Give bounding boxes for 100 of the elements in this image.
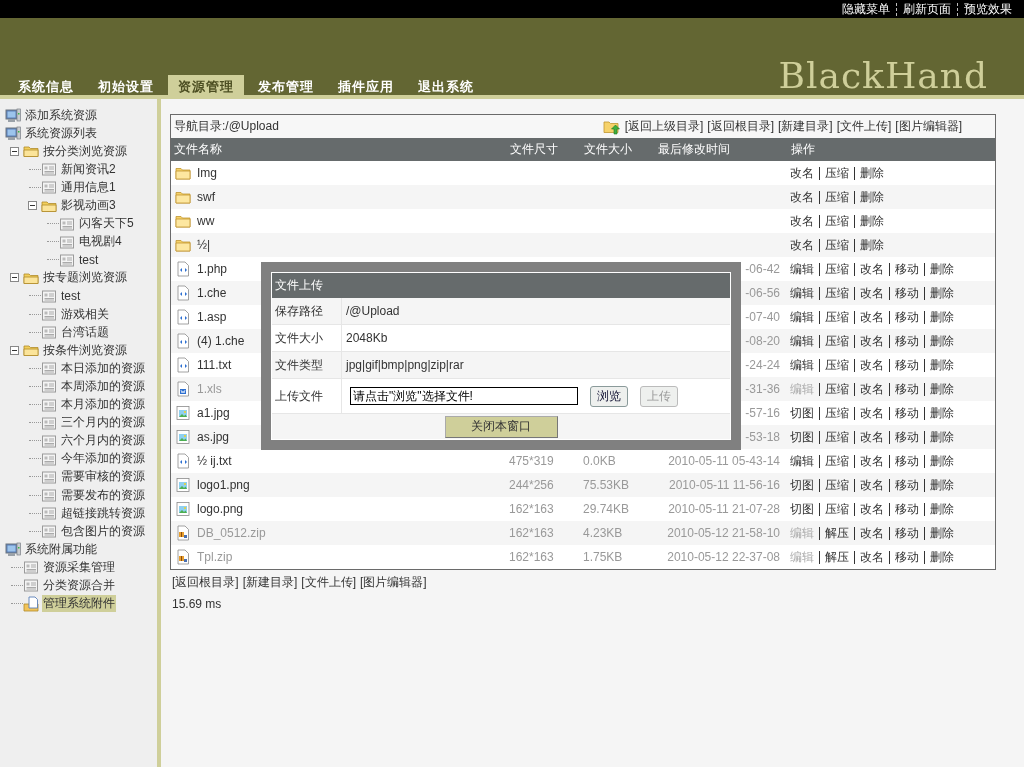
action-link[interactable]: 压缩 [825,357,849,372]
action-link[interactable]: 改名 [860,501,884,516]
action-link[interactable]: 切图 [790,477,814,492]
nav-tab[interactable]: 发布管理 [248,75,324,95]
action-link[interactable]: 移动 [895,309,919,324]
action-link[interactable]: 压缩 [825,165,849,180]
action-link[interactable]: 改名 [790,165,814,180]
action-link[interactable]: 删除 [930,525,954,540]
nav-tab[interactable]: 退出系统 [408,75,484,95]
file-name[interactable]: 1.che [197,286,227,300]
tree-item[interactable]: 管理系统附件 [42,595,116,613]
tree-item[interactable]: 通用信息1 [60,178,117,196]
collapse-toggle[interactable] [9,273,19,283]
tree-item[interactable]: test [78,252,100,267]
file-name[interactable]: 1.asp [197,310,227,324]
action-link[interactable]: 压缩 [825,477,849,492]
action-link[interactable]: 删除 [930,501,954,516]
action-link[interactable]: 编辑 [790,285,814,300]
action-link[interactable]: 删除 [930,261,954,276]
file-name[interactable]: a1.jpg [197,406,230,420]
tree-item[interactable]: 今年添加的资源 [60,450,146,468]
action-link[interactable]: 切图 [790,405,814,420]
tree-item[interactable]: 电视剧4 [78,233,123,251]
action-link[interactable]: 压缩 [825,501,849,516]
action-link[interactable]: 移动 [895,357,919,372]
action-link[interactable]: 改名 [860,453,884,468]
action-link[interactable]: 移动 [895,405,919,420]
action-link[interactable]: 移动 [895,285,919,300]
tree-item[interactable]: 本周添加的资源 [60,377,146,395]
action-link[interactable]: 解压 [825,549,849,564]
tree-item[interactable]: 按条件浏览资源 [42,341,128,359]
action-link[interactable]: 删除 [930,477,954,492]
nav-link[interactable]: [新建目录] [242,574,298,591]
tree-item[interactable]: 超链接跳转资源 [60,504,146,522]
action-link[interactable]: 移动 [895,381,919,396]
action-link[interactable]: 解压 [825,525,849,540]
nav-link[interactable]: [图片编辑器] [895,118,962,135]
top-link[interactable]: 预览效果 [957,2,1018,16]
action-link[interactable]: 删除 [860,189,884,204]
tree-item[interactable]: 新闻资讯2 [60,160,117,178]
collapse-toggle[interactable] [9,345,19,355]
action-link[interactable]: 改名 [790,237,814,252]
action-link[interactable]: 改名 [860,429,884,444]
tree-item[interactable]: 游戏相关 [60,305,110,323]
action-link[interactable]: 删除 [930,285,954,300]
action-link[interactable]: 改名 [790,213,814,228]
action-link[interactable]: 删除 [930,405,954,420]
tree-item[interactable]: 分类资源合并 [42,577,116,594]
action-link[interactable]: 改名 [860,405,884,420]
action-link[interactable]: 移动 [895,477,919,492]
action-link[interactable]: 删除 [930,357,954,372]
tree-item[interactable]: 按专题浏览资源 [42,269,128,287]
action-link[interactable]: 切图 [790,501,814,516]
action-link[interactable]: 删除 [930,309,954,324]
action-link[interactable]: 删除 [930,549,954,564]
tree-item[interactable]: 本日添加的资源 [60,359,146,377]
tree-item[interactable]: 系统资源列表 [24,124,98,142]
tree-item[interactable]: 资源采集管理 [42,558,116,576]
action-link[interactable]: 改名 [860,333,884,348]
action-link[interactable]: 改名 [860,549,884,564]
action-link[interactable]: 压缩 [825,285,849,300]
action-link[interactable]: 压缩 [825,453,849,468]
tree-item[interactable]: 添加系统资源 [24,106,98,124]
file-name[interactable]: 1.php [197,262,228,276]
file-name[interactable]: Img [197,166,217,180]
nav-tab[interactable]: 初始设置 [88,75,164,95]
nav-link[interactable]: [文件上传] [836,118,892,135]
tree-item[interactable]: 系统附属功能 [24,540,98,558]
action-link[interactable]: 删除 [860,165,884,180]
tree-item[interactable]: 闪客天下5 [78,215,135,233]
action-link[interactable]: 改名 [860,309,884,324]
action-link[interactable]: 删除 [930,453,954,468]
action-link[interactable]: 移动 [895,333,919,348]
nav-link[interactable]: [返回上级目录] [624,118,704,135]
tree-item[interactable]: 三个月内的资源 [60,414,146,432]
tree-item[interactable]: 需要发布的资源 [60,486,146,504]
action-link[interactable]: 改名 [790,189,814,204]
action-link[interactable]: 编辑 [790,453,814,468]
nav-link[interactable]: [图片编辑器] [360,574,427,591]
action-link[interactable]: 压缩 [825,405,849,420]
action-link[interactable]: 移动 [895,429,919,444]
action-link[interactable]: 移动 [895,501,919,516]
action-link[interactable]: 编辑 [790,309,814,324]
nav-tab[interactable]: 插件应用 [328,75,404,95]
file-name[interactable]: (4) 1.che [197,334,245,348]
action-link[interactable]: 删除 [930,381,954,396]
nav-tab[interactable]: 资源管理 [168,75,244,95]
file-name[interactable]: ½| [197,238,211,252]
file-name[interactable]: ½ ij.txt [197,454,232,468]
file-name[interactable]: 111.txt [197,358,232,372]
action-link[interactable]: 压缩 [825,189,849,204]
action-link[interactable]: 移动 [895,525,919,540]
action-link[interactable]: 移动 [895,453,919,468]
dialog-button[interactable]: 浏览 [590,385,628,407]
action-link[interactable]: 压缩 [825,333,849,348]
file-name[interactable]: swf [197,190,215,204]
action-link[interactable]: 压缩 [825,309,849,324]
tree-item[interactable]: 包含图片的资源 [60,522,146,540]
action-link[interactable]: 删除 [860,237,884,252]
action-link[interactable]: 改名 [860,357,884,372]
